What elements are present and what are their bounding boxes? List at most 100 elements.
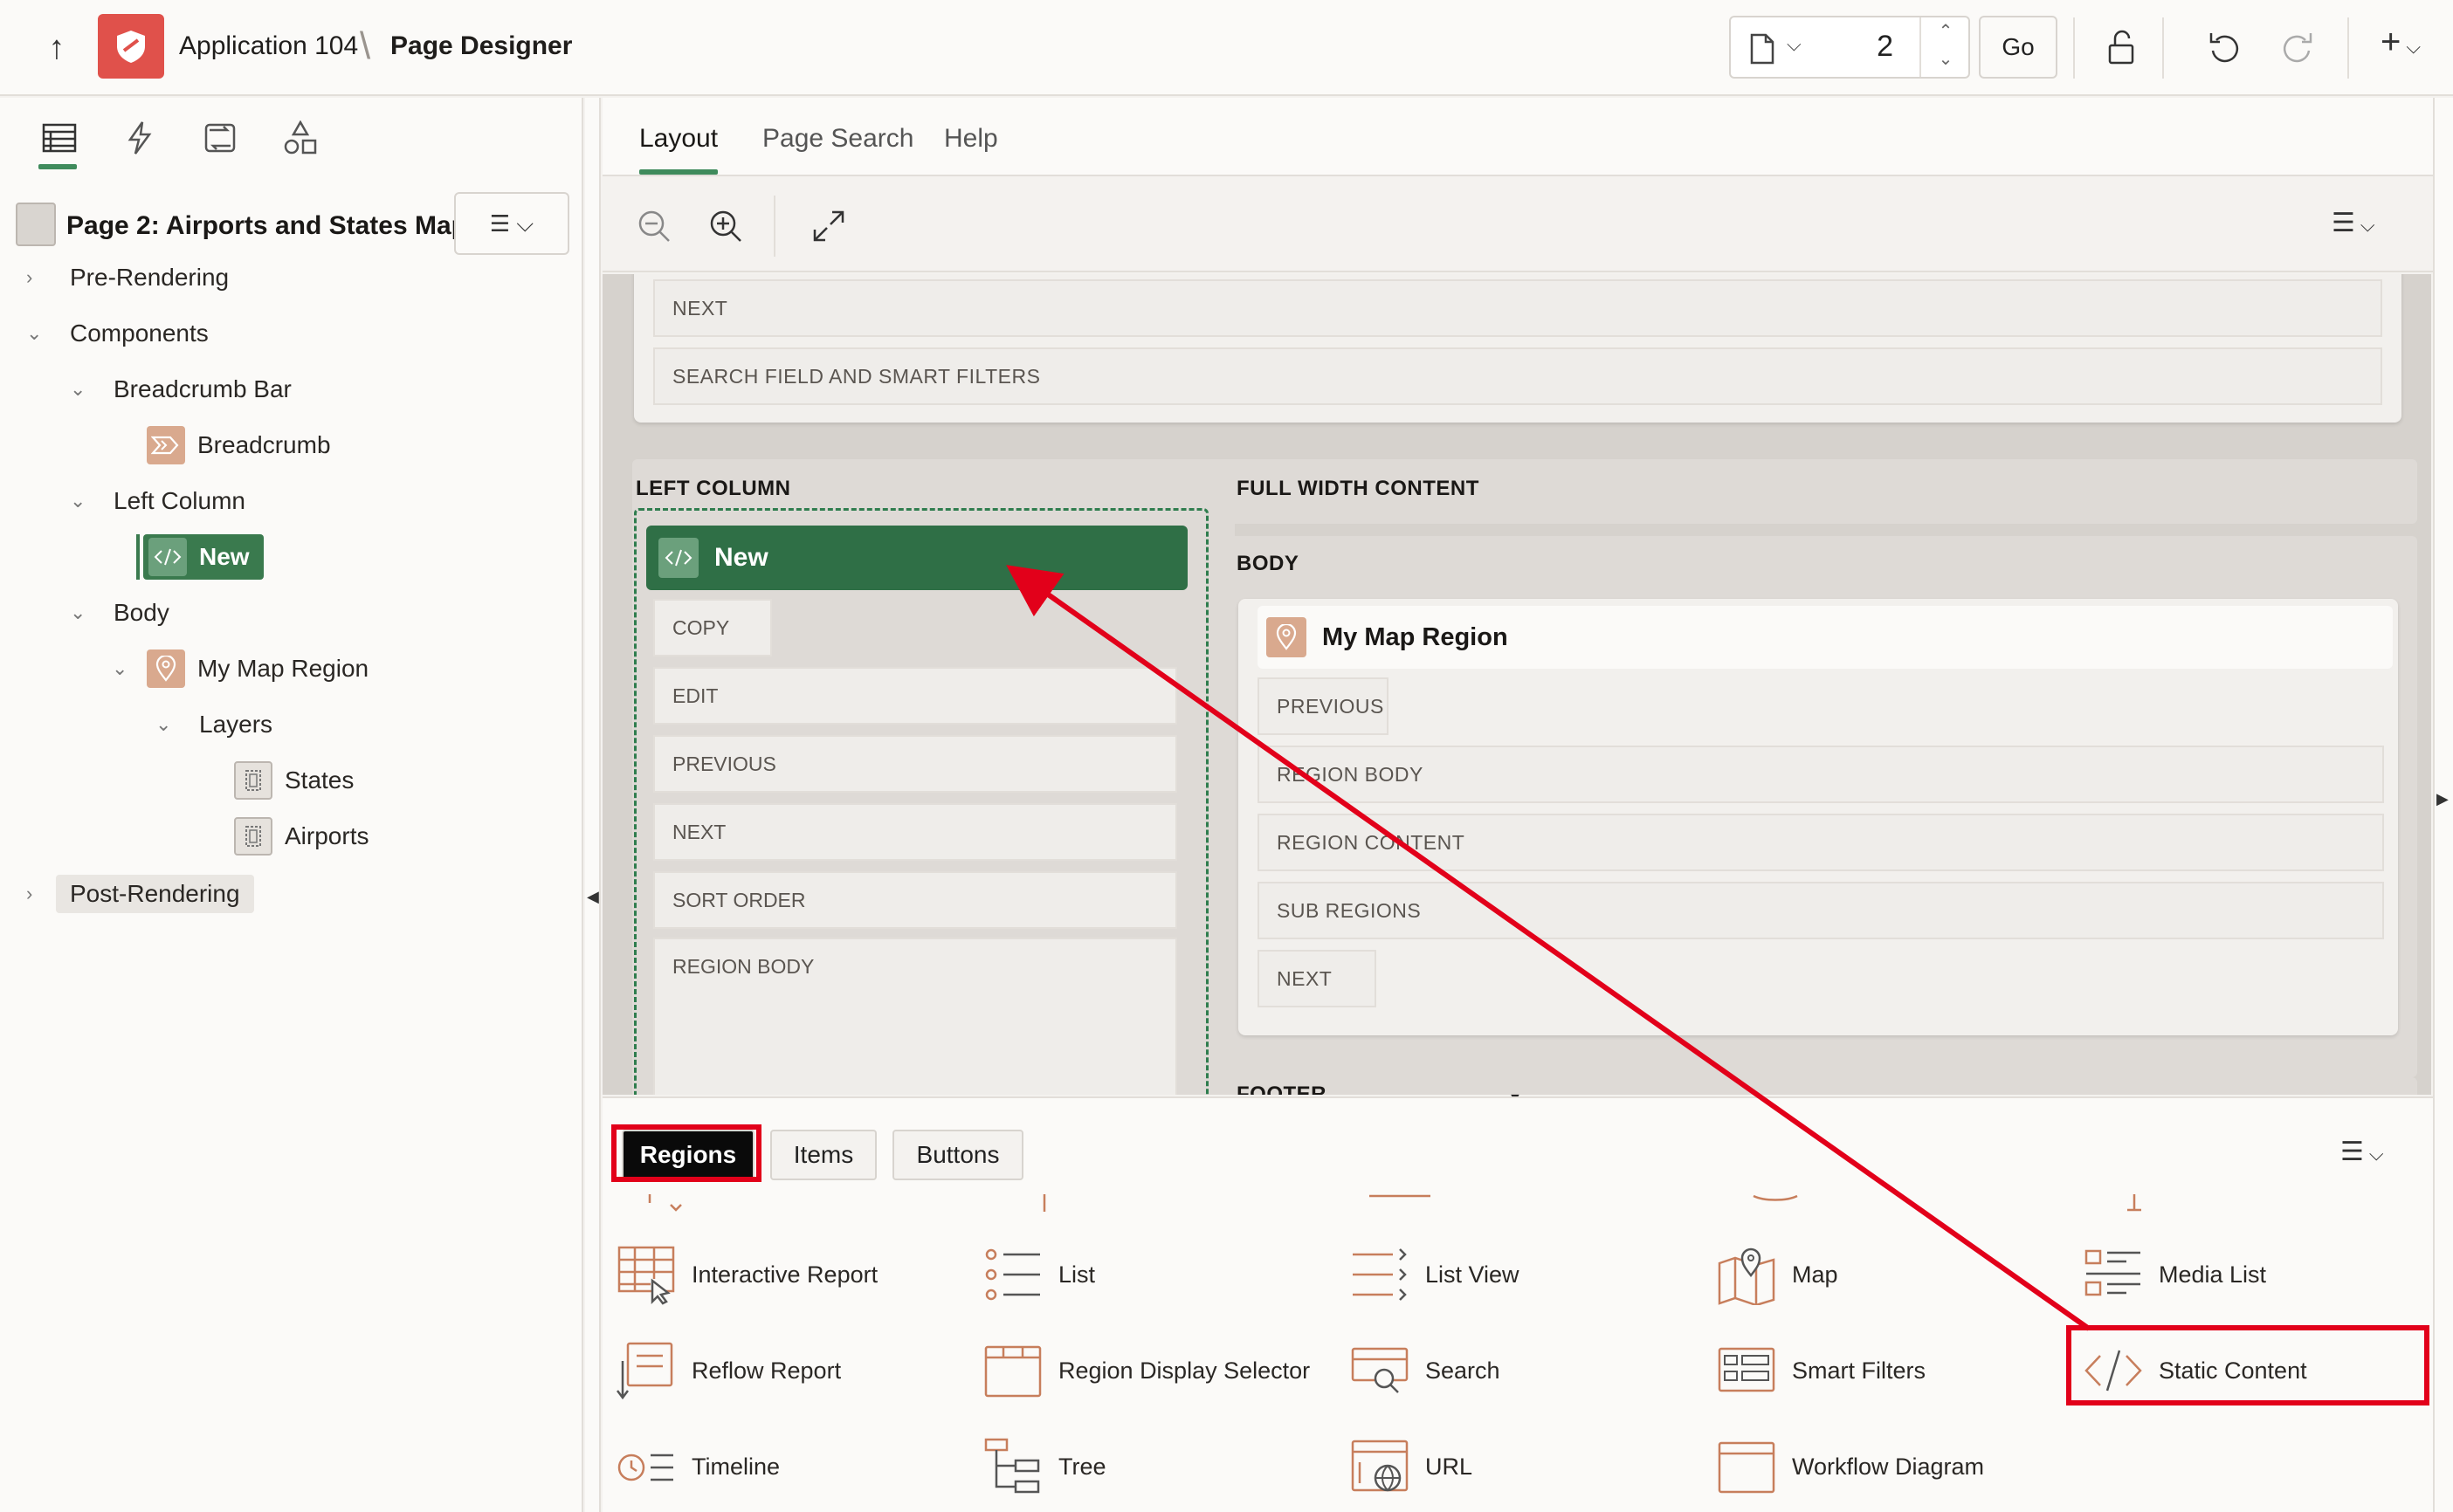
tree-node-new-selected[interactable]: New <box>136 534 264 580</box>
up-arrow-icon[interactable]: ↑ <box>35 26 79 70</box>
lock-icon[interactable] <box>2099 24 2145 70</box>
gallery-scrolled-row <box>648 1194 2141 1212</box>
go-button[interactable]: Go <box>1979 16 2057 79</box>
app-name-link[interactable]: Application 104 <box>179 31 358 61</box>
chevron-down-icon[interactable]: ⌄ <box>26 322 51 345</box>
gallery-item-tree[interactable]: Tree <box>982 1435 1106 1498</box>
gallery-item-timeline[interactable]: Timeline <box>615 1435 780 1498</box>
tree-node-components[interactable]: ⌄ Components <box>26 311 209 356</box>
tree-node-airports[interactable]: Airports <box>234 814 369 859</box>
chevron-up-icon[interactable]: ⌃ <box>1921 17 1970 45</box>
chevron-down-icon[interactable]: ⌄ <box>70 378 94 401</box>
tree-node-breadcrumb[interactable]: Breadcrumb <box>147 423 331 468</box>
redo-icon[interactable] <box>2274 24 2319 70</box>
chevron-down-icon[interactable]: ⌄ <box>70 490 94 512</box>
tree-node-pre-rendering[interactable]: › Pre-Rendering <box>26 255 229 300</box>
tree-node-post-rendering[interactable]: › Post-Rendering <box>26 871 254 917</box>
gallery-item-workflow-diagram[interactable]: Workflow Diagram <box>1715 1435 1984 1498</box>
gallery-item-list-view[interactable]: List View <box>1348 1243 1519 1306</box>
tab-page-search[interactable]: Page Search <box>762 124 913 154</box>
footer-title: FOOTER <box>1237 1082 1326 1095</box>
add-menu-button[interactable]: + ⌵ <box>2381 23 2421 62</box>
left-splitter[interactable]: ◀ <box>585 98 601 1512</box>
chevron-down-icon[interactable]: ⌄ <box>112 657 136 680</box>
new-region-header[interactable]: New <box>646 526 1188 590</box>
chevron-down-icon[interactable]: ⌄ <box>1921 45 1970 73</box>
list-view-icon <box>1348 1243 1411 1306</box>
gallery-item-label: Workflow Diagram <box>1792 1453 1985 1480</box>
gallery-item-interactive-report[interactable]: Interactive Report <box>615 1243 878 1306</box>
region-display-selector-icon <box>982 1339 1044 1402</box>
zoom-out-icon[interactable] <box>632 204 676 248</box>
tab-help[interactable]: Help <box>944 124 998 154</box>
gallery-item-label: Reflow Report <box>692 1357 842 1384</box>
expand-icon[interactable] <box>807 204 851 248</box>
expand-right-icon[interactable]: ▶ <box>2436 790 2449 808</box>
tree-node-left-column[interactable]: ⌄ Left Column <box>70 478 245 524</box>
chevron-down-icon[interactable]: ⌄ <box>155 713 180 736</box>
gallery-item-map[interactable]: Map <box>1715 1243 1838 1306</box>
slot-sort-order[interactable]: SORT ORDER <box>653 871 1177 929</box>
slot-next[interactable]: NEXT <box>653 803 1177 861</box>
gallery-item-list[interactable]: List <box>982 1243 1095 1306</box>
tab-buttons[interactable]: Buttons <box>892 1130 1023 1180</box>
gallery-item-smart-filters[interactable]: Smart Filters <box>1715 1339 1926 1402</box>
gallery-item-label: Media List <box>2159 1261 2267 1288</box>
shapes-icon <box>284 120 317 155</box>
page-number-input[interactable]: 2 <box>1858 30 1893 64</box>
page-number-spinner[interactable]: ⌃ ⌄ <box>1919 17 1970 77</box>
gallery-item-url[interactable]: URL <box>1348 1435 1472 1498</box>
rendering-tree-icon <box>42 123 77 153</box>
gallery-item-label: Interactive Report <box>692 1261 879 1288</box>
gallery-item-label: Timeline <box>692 1453 781 1480</box>
page-number-selector[interactable]: ⌵ 2 ⌃ ⌄ <box>1729 16 1970 79</box>
gallery-menu-icon[interactable]: ☰ ⌵ <box>2340 1137 2384 1167</box>
slot-previous[interactable]: PREVIOUS <box>653 735 1177 793</box>
selected-node[interactable]: New <box>143 534 264 580</box>
left-pane-tabs <box>0 98 583 176</box>
chevron-right-icon[interactable]: › <box>26 883 51 905</box>
slot-edit[interactable]: EDIT <box>653 667 1177 725</box>
collapse-left-icon[interactable]: ◀ <box>587 888 599 906</box>
map-pin-icon <box>147 649 185 688</box>
slot-region-body[interactable]: REGION BODY <box>653 938 1177 1095</box>
tree-node-layers[interactable]: ⌄ Layers <box>155 702 272 747</box>
toolbar-divider <box>774 196 775 257</box>
slot-next[interactable]: NEXT <box>653 279 2382 337</box>
tree-node-states[interactable]: States <box>234 758 354 803</box>
breadcrumb-separator: \ <box>360 24 371 67</box>
app-logo[interactable] <box>98 14 164 79</box>
undo-icon[interactable] <box>2202 24 2248 70</box>
slot-region-body[interactable]: REGION BODY <box>1258 746 2384 803</box>
tab-shared-components[interactable] <box>276 115 325 161</box>
tree-node-my-map-region[interactable]: ⌄ My Map Region <box>112 646 369 691</box>
gallery-item-label: Search <box>1425 1357 1500 1384</box>
gallery-item-region-display-selector[interactable]: Region Display Selector <box>982 1339 1310 1402</box>
chevron-right-icon[interactable]: › <box>26 266 51 289</box>
tree-node-body[interactable]: ⌄ Body <box>70 590 169 636</box>
layout-menu-icon[interactable]: ☰ ⌵ <box>2332 208 2375 238</box>
tree-node-breadcrumb-bar[interactable]: ⌄ Breadcrumb Bar <box>70 367 292 412</box>
zoom-in-icon[interactable] <box>704 204 748 248</box>
map-region-header[interactable]: My Map Region <box>1258 606 2393 669</box>
slot-search-field[interactable]: SEARCH FIELD AND SMART FILTERS <box>653 347 2382 405</box>
slot-region-content[interactable]: REGION CONTENT <box>1258 814 2384 871</box>
chevron-down-icon[interactable]: ⌄ <box>70 601 94 624</box>
tab-rendering[interactable] <box>35 115 84 169</box>
tab-processing[interactable] <box>196 115 245 161</box>
footer-area <box>1219 1077 2417 1095</box>
layer-icon <box>234 817 272 856</box>
tree-menu-button[interactable]: ☰ ⌵ <box>454 192 569 255</box>
slot-next[interactable]: NEXT <box>1258 950 1376 1007</box>
chevron-down-icon[interactable]: ⌵ <box>1787 33 1802 56</box>
tab-items[interactable]: Items <box>770 1130 877 1180</box>
slot-sub-regions[interactable]: SUB REGIONS <box>1258 882 2384 939</box>
slot-copy[interactable]: COPY <box>653 599 772 656</box>
gallery-item-reflow-report[interactable]: Reflow Report <box>615 1339 841 1402</box>
slot-previous[interactable]: PREVIOUS <box>1258 677 1388 735</box>
gallery-item-search[interactable]: Search <box>1348 1339 1500 1402</box>
gallery-item-media-list[interactable]: Media List <box>2082 1243 2266 1306</box>
gallery-item-label: Map <box>1792 1261 1838 1288</box>
tab-layout[interactable]: Layout <box>639 124 719 175</box>
tab-dynamic-actions[interactable] <box>115 115 164 161</box>
